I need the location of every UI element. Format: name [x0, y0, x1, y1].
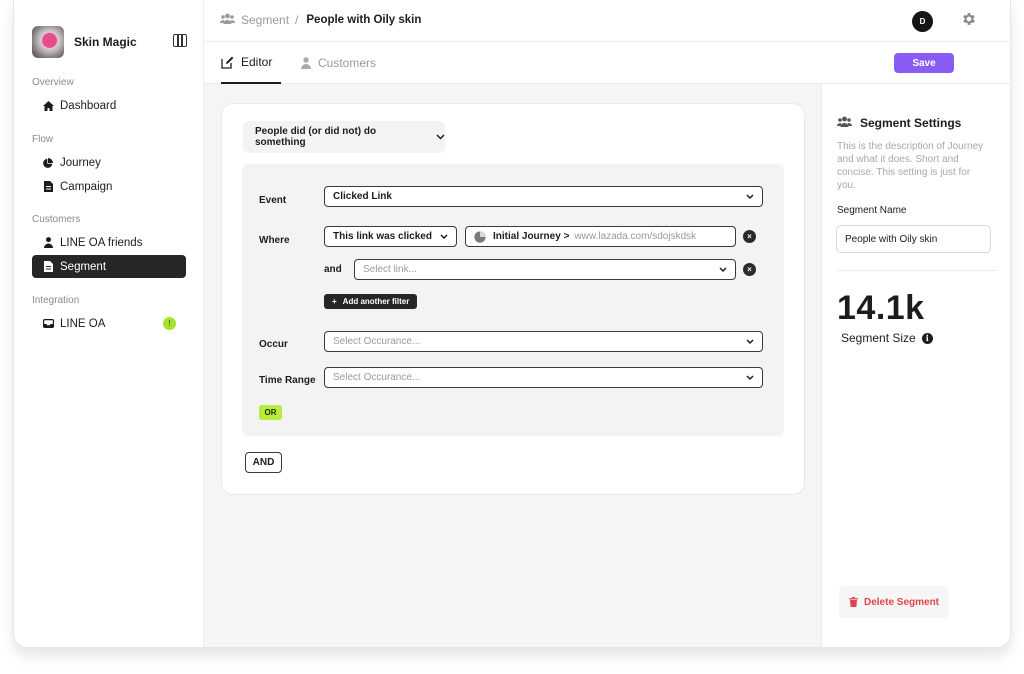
breadcrumb: Segment / People with Oily skin	[220, 13, 421, 27]
editor-area: People did (or did not) do something Eve…	[204, 84, 821, 647]
link-select[interactable]: Initial Journey > www.lazada.com/sdojskd…	[465, 226, 736, 247]
tab-label: Editor	[241, 55, 273, 69]
section-label-overview: Overview	[32, 77, 74, 88]
document-icon	[42, 261, 54, 272]
chevron-down-icon	[746, 192, 754, 203]
occur-placeholder: Select Occurance...	[333, 336, 421, 347]
plus-icon: +	[332, 297, 337, 306]
occur-label: Occur	[259, 339, 288, 350]
remove-filter-icon[interactable]: ×	[743, 263, 756, 276]
breadcrumb-separator: /	[295, 13, 299, 27]
brand-logo	[32, 26, 64, 58]
sidebar-item-label: Campaign	[60, 180, 113, 193]
sidebar-item-journey[interactable]: Journey	[32, 151, 186, 174]
and-connector-label: and	[324, 264, 342, 275]
settings-title-text: Segment Settings	[860, 116, 962, 130]
time-range-placeholder: Select Occurance...	[333, 372, 421, 383]
info-icon[interactable]: i	[921, 332, 933, 344]
delete-segment-label: Delete Segment	[863, 596, 940, 608]
sidebar-toggle-icon[interactable]	[173, 34, 187, 47]
sidebar-item-label: LINE OA friends	[60, 236, 143, 249]
time-range-select[interactable]: Select Occurance...	[324, 367, 763, 388]
sidebar-item-label: Dashboard	[60, 99, 117, 112]
sidebar-item-label: Journey	[60, 156, 101, 169]
document-icon	[42, 181, 54, 192]
event-value: Clicked Link	[333, 191, 392, 202]
chevron-down-icon	[436, 132, 445, 143]
occur-select[interactable]: Select Occurance...	[324, 331, 763, 352]
sidebar-item-line-oa[interactable]: LINE OA !	[32, 312, 186, 335]
trash-icon	[848, 597, 858, 607]
home-icon	[42, 100, 54, 111]
segment-size-value: 14.1k	[837, 289, 925, 327]
chevron-down-icon	[440, 232, 448, 243]
link-journey: Initial Journey >	[493, 231, 570, 242]
segment-size-label: Segment Size i	[841, 331, 933, 345]
segment-size-text: Segment Size	[841, 331, 916, 345]
users-icon	[837, 116, 852, 130]
trigger-label: People did (or did not) do something	[255, 126, 377, 148]
chevron-down-icon	[719, 265, 727, 276]
brand[interactable]: Skin Magic	[32, 26, 137, 58]
event-label: Event	[259, 195, 287, 206]
time-range-label: Time Range	[259, 375, 316, 386]
chevron-down-icon	[746, 373, 754, 384]
gear-icon[interactable]	[961, 11, 979, 29]
pie-icon	[474, 230, 486, 243]
segment-name-field[interactable]	[836, 225, 991, 253]
person-icon	[301, 57, 311, 69]
tab-editor[interactable]: Editor	[221, 42, 281, 84]
add-filter-label: Add another filter	[342, 297, 410, 306]
chevron-down-icon	[746, 337, 754, 348]
where-condition-value: This link was clicked	[333, 231, 432, 242]
pie-icon	[42, 157, 54, 168]
settings-title: Segment Settings	[837, 116, 961, 130]
link-url: www.lazada.com/sdojskdsk	[574, 231, 697, 242]
trigger-dropdown[interactable]: People did (or did not) do something	[243, 121, 445, 153]
sidebar: Skin Magic Overview Dashboard Flow Journ…	[14, 0, 204, 647]
add-filter-button[interactable]: + Add another filter	[324, 294, 418, 309]
users-icon	[220, 13, 235, 27]
or-button[interactable]: OR	[259, 405, 282, 420]
edit-icon	[221, 56, 234, 69]
avatar[interactable]: D	[912, 11, 933, 32]
remove-filter-icon[interactable]: ×	[743, 230, 756, 243]
settings-description: This is the description of Journey and w…	[837, 141, 984, 191]
inbox-icon	[42, 319, 54, 328]
section-label-flow: Flow	[32, 134, 54, 145]
brand-name: Skin Magic	[74, 35, 137, 49]
status-badge: !	[163, 317, 176, 330]
page-title: People with Oily skin	[306, 14, 422, 26]
sidebar-item-segment[interactable]: Segment	[32, 255, 186, 278]
sidebar-item-dashboard[interactable]: Dashboard	[32, 94, 186, 117]
section-label-customers: Customers	[32, 214, 81, 225]
save-button[interactable]: Save	[894, 53, 954, 73]
tab-bar: Editor Customers Save	[204, 42, 1010, 84]
segment-settings-panel: Segment Settings This is the description…	[821, 84, 1010, 647]
section-label-integration: Integration	[32, 295, 80, 306]
sidebar-item-campaign[interactable]: Campaign	[32, 175, 186, 198]
sidebar-item-label: Segment	[60, 260, 107, 273]
event-select[interactable]: Clicked Link	[324, 186, 763, 207]
breadcrumb-parent[interactable]: Segment	[241, 13, 289, 27]
select-link-dropdown[interactable]: Select link...	[354, 259, 736, 280]
app-window: Skin Magic Overview Dashboard Flow Journ…	[13, 0, 1011, 648]
tab-customers[interactable]: Customers	[301, 42, 376, 84]
and-button[interactable]: AND	[245, 452, 282, 473]
top-bar: Segment / People with Oily skin D	[204, 0, 1010, 42]
where-label: Where	[259, 235, 290, 246]
segment-rule-card: People did (or did not) do something Eve…	[221, 103, 805, 495]
filter-group: Event Clicked Link Where This link was c…	[242, 164, 784, 436]
select-link-placeholder: Select link...	[363, 264, 417, 275]
person-icon	[42, 237, 54, 248]
sidebar-item-label: LINE OA	[60, 317, 106, 330]
delete-segment-button[interactable]: Delete Segment	[839, 586, 949, 618]
divider	[836, 270, 998, 271]
sidebar-item-line-oa-friends[interactable]: LINE OA friends	[32, 231, 186, 254]
where-condition-select[interactable]: This link was clicked	[324, 226, 457, 247]
tab-label: Customers	[318, 56, 377, 70]
segment-name-label: Segment Name	[837, 205, 907, 216]
